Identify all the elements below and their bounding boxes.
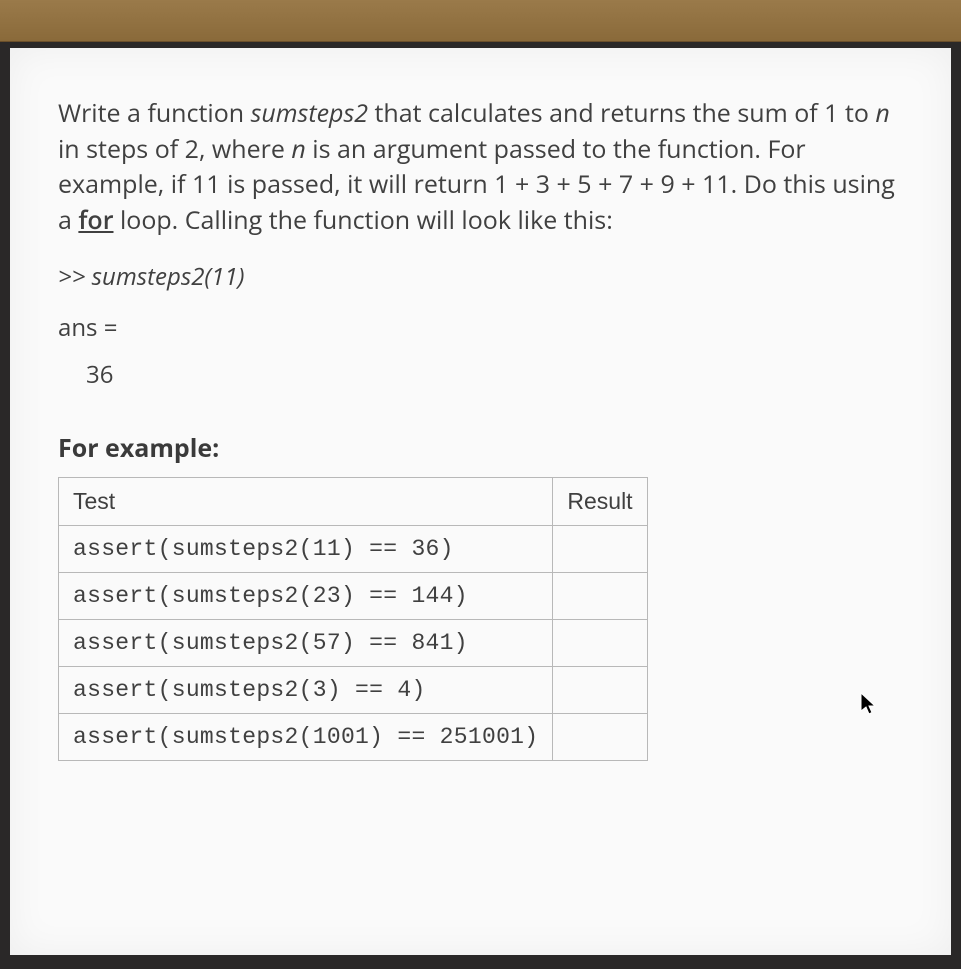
header-result: Result — [553, 478, 647, 526]
header-test: Test — [59, 478, 553, 526]
test-cell: assert(sumsteps2(1001) == 251001) — [59, 714, 553, 761]
text-segment: in steps of 2, where — [58, 132, 291, 166]
table-header-row: Test Result — [59, 478, 648, 526]
function-name: sumsteps2 — [251, 96, 368, 130]
ans-label: ans = — [58, 311, 903, 344]
for-example-heading: For example: — [58, 431, 903, 465]
result-cell — [553, 667, 647, 714]
problem-paragraph: Write a function sumsteps2 that calculat… — [58, 96, 903, 238]
test-cell: assert(sumsteps2(57) == 841) — [59, 620, 553, 667]
test-cell: assert(sumsteps2(23) == 144) — [59, 573, 553, 620]
result-cell — [553, 573, 647, 620]
table-row: assert(sumsteps2(23) == 144) — [59, 573, 648, 620]
ans-value: 36 — [58, 358, 903, 391]
table-row: assert(sumsteps2(1001) == 251001) — [59, 714, 648, 761]
table-row: assert(sumsteps2(3) == 4) — [59, 667, 648, 714]
test-cell: assert(sumsteps2(3) == 4) — [59, 667, 553, 714]
result-cell — [553, 526, 647, 573]
text-segment: loop. Calling the function will look lik… — [114, 203, 613, 237]
window-top-bar — [0, 0, 961, 42]
result-cell — [553, 620, 647, 667]
monitor-frame: Write a function sumsteps2 that calculat… — [0, 42, 961, 969]
variable-n: n — [875, 96, 889, 130]
text-segment: that calculates and returns the sum of 1… — [368, 96, 875, 130]
table-row: assert(sumsteps2(57) == 841) — [59, 620, 648, 667]
document-content: Write a function sumsteps2 that calculat… — [10, 48, 951, 955]
text-segment: Write a function — [58, 96, 251, 130]
result-cell — [553, 714, 647, 761]
table-row: assert(sumsteps2(11) == 36) — [59, 526, 648, 573]
variable-n: n — [291, 132, 305, 166]
call-example: >> sumsteps2(11) — [58, 260, 903, 293]
keyword-for: for — [78, 203, 113, 237]
cursor-icon — [859, 689, 879, 725]
tests-table: Test Result assert(sumsteps2(11) == 36) … — [58, 477, 648, 761]
test-cell: assert(sumsteps2(11) == 36) — [59, 526, 553, 573]
